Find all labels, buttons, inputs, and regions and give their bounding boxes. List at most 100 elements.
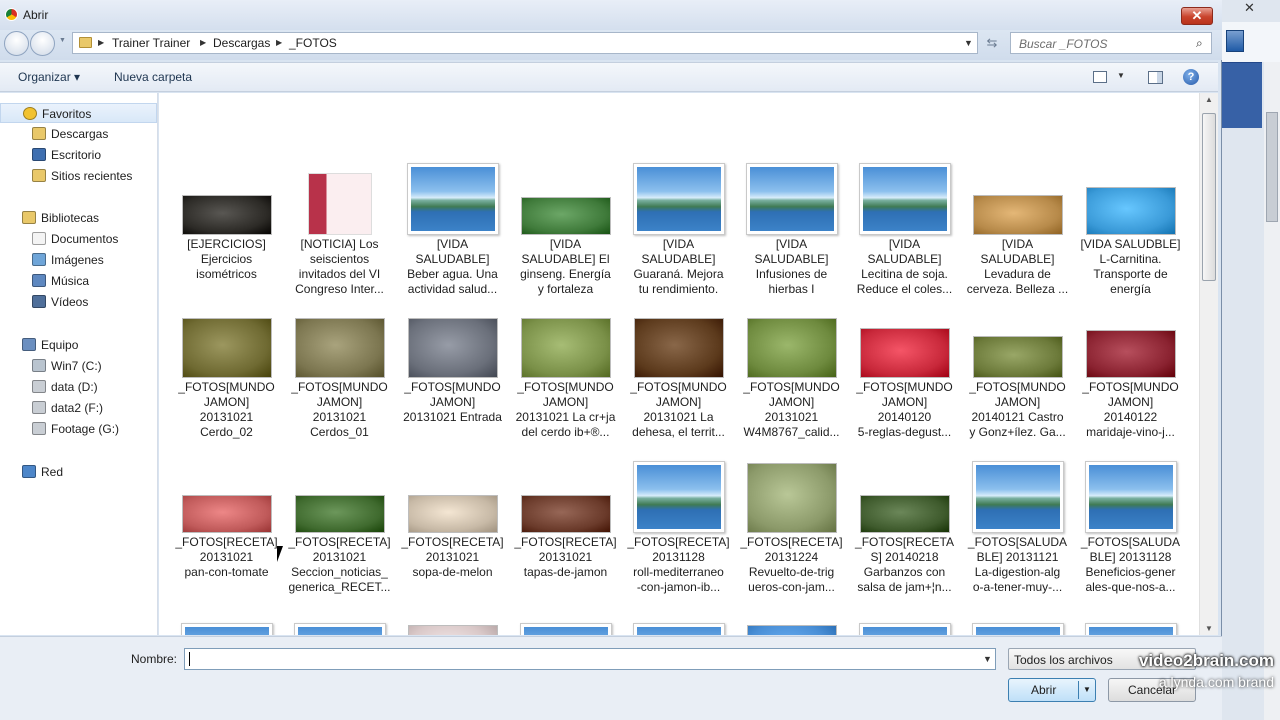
file-item[interactable]: _FOTOS[MUNDO JAMON] 20131021 La cr+ja del c… xyxy=(509,268,622,439)
file-item[interactable]: _FOTOS[SALUDA BLE] 20131121 La-digestion-a… xyxy=(961,423,1074,594)
file-item[interactable] xyxy=(622,585,735,635)
nav-item-label: data (D:) xyxy=(51,380,98,394)
help-icon[interactable]: ? xyxy=(1183,69,1199,85)
file-item[interactable] xyxy=(1074,585,1187,635)
file-item[interactable]: _FOTOS[RECETA] 20131021 pan-con-tomate xyxy=(170,423,283,579)
search-icon[interactable]: ⌕ xyxy=(1196,36,1203,51)
nav-item-label: Vídeos xyxy=(51,295,89,309)
file-item[interactable]: _FOTOS[MUNDO JAMON] 20131021 Cerdos_01 xyxy=(283,268,396,439)
nav-item-im-genes[interactable]: Imágenes xyxy=(0,250,157,270)
background-close-icon[interactable]: ✕ xyxy=(1244,0,1255,16)
file-item[interactable]: [VIDA SALUDABLE] El ginseng. Energía y fort… xyxy=(509,125,622,296)
filename-input[interactable]: ▼ xyxy=(184,648,996,670)
nav-item-descargas[interactable]: Descargas xyxy=(0,124,157,144)
file-item[interactable] xyxy=(509,585,622,635)
forward-button[interactable] xyxy=(30,31,55,56)
vertical-scrollbar[interactable]: ▲ ▼ xyxy=(1199,93,1218,635)
address-dropdown-icon[interactable]: ▼ xyxy=(964,38,973,48)
photo-thumbnail xyxy=(407,625,498,635)
search-input[interactable]: Buscar _FOTOS ⌕ xyxy=(1010,32,1212,54)
refresh-icon[interactable]: ⇆ xyxy=(981,33,1003,53)
recent-locations-dropdown-icon[interactable]: ▼ xyxy=(59,37,69,49)
scrollbar-thumb[interactable] xyxy=(1202,113,1216,281)
filename-dropdown-icon[interactable]: ▼ xyxy=(983,654,992,664)
file-item[interactable] xyxy=(848,585,961,635)
file-item[interactable]: [VIDA SALUDABLE] Guaraná. Mejora tu rendimi… xyxy=(622,125,735,296)
change-view-icon[interactable] xyxy=(1093,71,1107,83)
file-name-line: [VIDA xyxy=(888,237,921,251)
file-item[interactable]: [VIDA SALUDABLE] Infusiones de hierbas I xyxy=(735,125,848,296)
file-item[interactable]: _FOTOS[RECETA] 20131021 sopa-de-melon xyxy=(396,423,509,579)
file-item[interactable] xyxy=(961,585,1074,635)
file-item[interactable] xyxy=(283,585,396,635)
nav-item-sitios-recientes[interactable]: Sitios recientes xyxy=(0,166,157,186)
breadcrumb-separator-icon[interactable]: ▶ xyxy=(200,38,206,47)
file-name-line: _FOTOS[RECETA xyxy=(855,535,954,549)
file-item[interactable]: [NOTICIA] Los seiscientos invitados del VI… xyxy=(283,125,396,296)
back-button[interactable] xyxy=(4,31,29,56)
nav-item-m-sica[interactable]: Música xyxy=(0,271,157,291)
breadcrumb-trainer-trainer[interactable]: Trainer Trainer xyxy=(112,36,190,50)
nav-item-escritorio[interactable]: Escritorio xyxy=(0,145,157,165)
open-file-dialog: Abrir ✕ ▼ ▶ Trainer Trainer ▶ Descargas … xyxy=(0,0,1222,720)
breadcrumb-descargas[interactable]: Descargas xyxy=(213,36,270,50)
file-item[interactable]: [VIDA SALUDABLE] Beber agua. Una actividad … xyxy=(396,125,509,296)
nav-item-documentos[interactable]: Documentos xyxy=(0,229,157,249)
file-item[interactable] xyxy=(735,585,848,635)
background-scrollbar[interactable] xyxy=(1264,62,1280,720)
command-toolbar: Organizar ▾ Nueva carpeta ▼ ? xyxy=(0,62,1218,92)
nav-item-v-deos[interactable]: Vídeos xyxy=(0,292,157,312)
nav-item-footage-g[interactable]: Footage (G:) xyxy=(0,419,157,439)
background-panel xyxy=(1222,62,1262,128)
file-item[interactable]: _FOTOS[RECETA] 20131224 Revuelto-de-trig ue… xyxy=(735,423,848,594)
file-item[interactable]: _FOTOS[MUNDO JAMON] 20131021 W4M8767_calid.… xyxy=(735,268,848,439)
address-bar[interactable]: ▶ Trainer Trainer ▶ Descargas ▶ _FOTOS ▼ xyxy=(72,32,978,54)
nav-item-favoritos[interactable]: Favoritos xyxy=(0,103,157,123)
dialog-footer: Nombre: ▼ Todos los archivos Abrir ▼ Can… xyxy=(0,636,1222,720)
organize-button[interactable]: Organizar ▾ xyxy=(18,70,80,84)
breadcrumb-separator-icon[interactable]: ▶ xyxy=(98,38,104,47)
file-name-line: seiscientos xyxy=(309,252,370,266)
file-item[interactable]: [VIDA SALUDABLE] Levadura de cerveza. Belle… xyxy=(961,125,1074,296)
file-item[interactable] xyxy=(396,585,509,635)
videos-icon xyxy=(32,295,46,308)
new-folder-button[interactable]: Nueva carpeta xyxy=(114,70,192,84)
breadcrumb-fotos[interactable]: _FOTOS xyxy=(289,36,337,50)
file-item[interactable]: [EJERCICIOS] Ejercicios isométricos xyxy=(170,125,283,281)
file-item[interactable]: [VIDA SALUDBLE] L-Carnitina. Transporte de… xyxy=(1074,125,1187,296)
close-button[interactable]: ✕ xyxy=(1181,7,1213,25)
nav-item-equipo[interactable]: Equipo xyxy=(0,335,157,355)
scroll-up-icon[interactable]: ▲ xyxy=(1205,95,1213,104)
file-item[interactable]: [VIDA SALUDABLE] Lecitina de soja. Reduce e… xyxy=(848,125,961,296)
drive-icon xyxy=(32,401,46,414)
open-options-dropdown-icon[interactable]: ▼ xyxy=(1083,685,1091,694)
file-item[interactable]: _FOTOS[MUNDO JAMON] 20131021 La dehesa, el … xyxy=(622,268,735,439)
file-item[interactable]: _FOTOS[MUNDO JAMON] 20140121 Castro y Gonz+… xyxy=(961,268,1074,439)
preview-pane-icon[interactable] xyxy=(1148,71,1163,84)
nav-item-data-d[interactable]: data (D:) xyxy=(0,377,157,397)
file-item[interactable]: _FOTOS[MUNDO JAMON] 20131021 Cerdo_02 xyxy=(170,268,283,439)
scroll-down-icon[interactable]: ▼ xyxy=(1205,624,1213,633)
nav-item-data2-f[interactable]: data2 (F:) xyxy=(0,398,157,418)
file-item[interactable]: _FOTOS[RECETA] 20131128 roll-mediterraneo -… xyxy=(622,423,735,594)
file-item[interactable]: _FOTOS[RECETA S] 20140218 Garbanzos con sal… xyxy=(848,423,961,594)
photo-thumbnail xyxy=(746,318,837,378)
nav-item-red[interactable]: Red xyxy=(0,462,157,482)
file-item[interactable]: _FOTOS[RECETA] 20131021 Seccion_noticias_ g… xyxy=(283,423,396,594)
nav-item-bibliotecas[interactable]: Bibliotecas xyxy=(0,208,157,228)
file-item[interactable]: _FOTOS[MUNDO JAMON] 20131021 Entrada xyxy=(396,268,509,424)
file-name-line: _FOTOS[MUNDO xyxy=(291,380,388,394)
file-item[interactable]: _FOTOS[RECETA] 20131021 tapas-de-jamon xyxy=(509,423,622,579)
file-item[interactable] xyxy=(170,585,283,635)
file-item[interactable]: _FOTOS[MUNDO JAMON] 20140120 5-reglas-degus… xyxy=(848,268,961,439)
file-item[interactable]: _FOTOS[MUNDO JAMON] 20140122 maridaje-vino-… xyxy=(1074,268,1187,439)
breadcrumb-separator-icon[interactable]: ▶ xyxy=(276,38,282,47)
nav-item-win7-c[interactable]: Win7 (C:) xyxy=(0,356,157,376)
file-item[interactable]: _FOTOS[SALUDA BLE] 20131128 Beneficios-gen… xyxy=(1074,423,1187,594)
view-options-dropdown-icon[interactable]: ▼ xyxy=(1117,71,1125,80)
file-list: [EJERCICIOS] Ejercicios isométricos [NOTICI… xyxy=(159,93,1199,635)
thumbnail-frame xyxy=(735,585,848,635)
open-button[interactable]: Abrir ▼ xyxy=(1008,678,1096,702)
file-name-line: _FOTOS[RECETA] xyxy=(175,535,278,549)
background-scrollbar-thumb[interactable] xyxy=(1266,112,1278,222)
